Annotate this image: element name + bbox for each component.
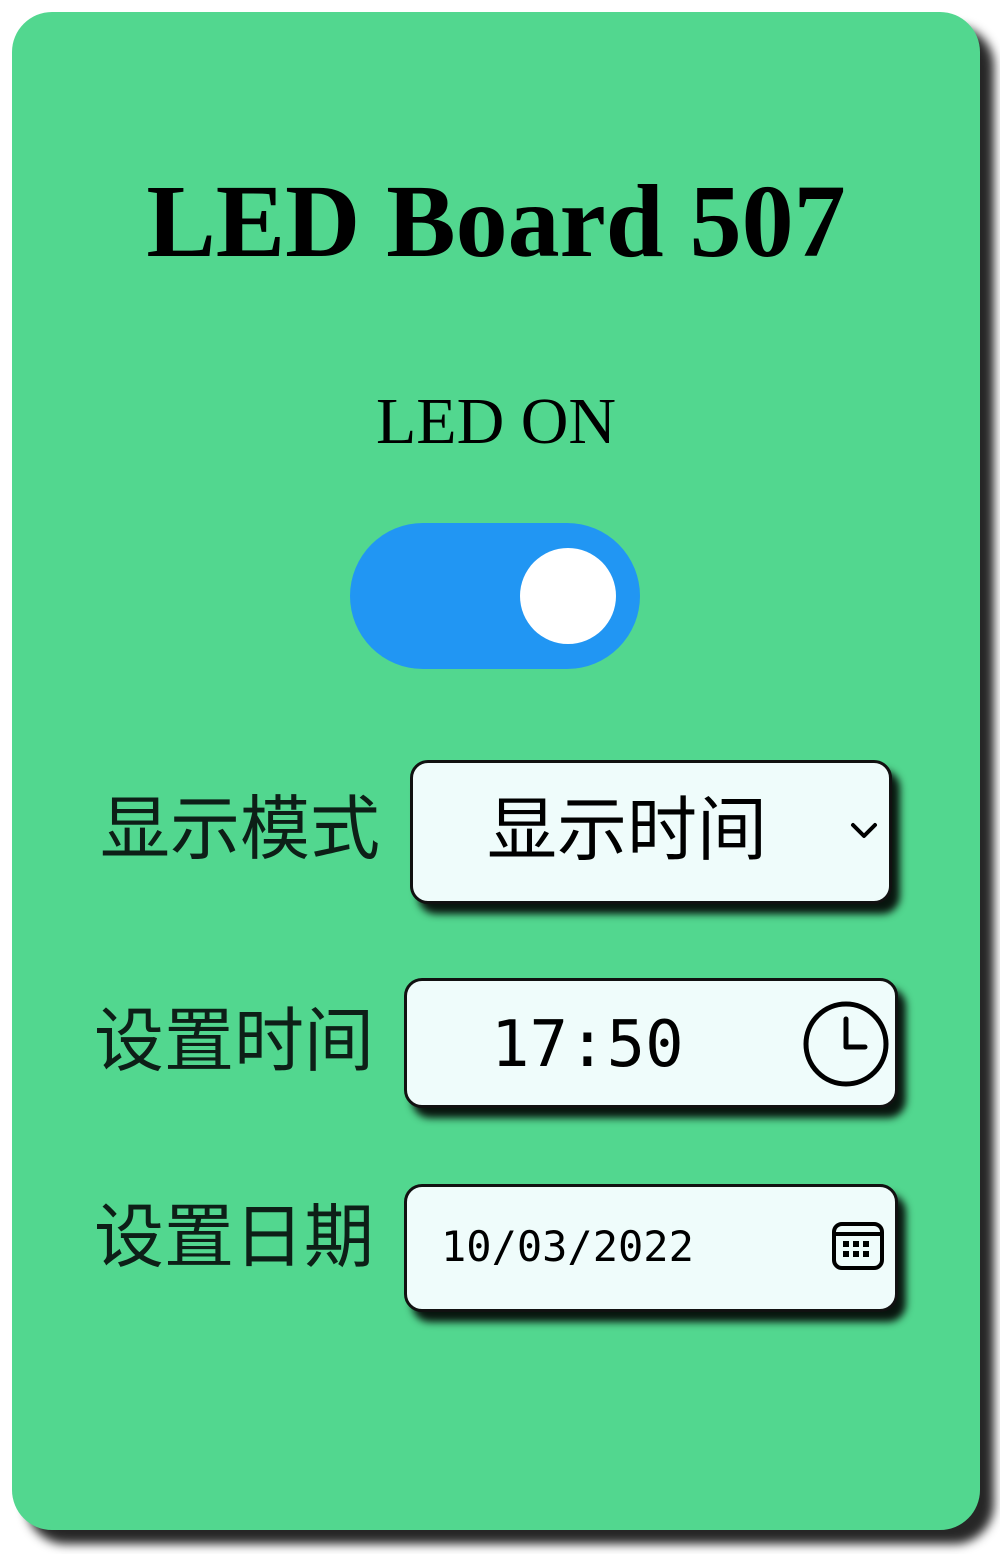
set-date-label: 设置日期 bbox=[94, 1196, 374, 1278]
date-input-value: 10/03/2022 bbox=[441, 1222, 694, 1271]
time-input-value: 17:50 bbox=[491, 1008, 684, 1082]
display-mode-selected-value: 显示时间 bbox=[487, 789, 767, 871]
toggle-knob[interactable] bbox=[520, 548, 616, 644]
date-input[interactable]: 10/03/2022 bbox=[404, 1184, 898, 1312]
display-mode-select[interactable]: 显示时间 bbox=[410, 760, 892, 904]
set-time-label: 设置时间 bbox=[94, 1000, 374, 1082]
led-status-text: LED ON bbox=[375, 385, 617, 458]
chevron-down-icon[interactable] bbox=[849, 821, 879, 846]
calendar-icon[interactable] bbox=[831, 1219, 885, 1278]
page-title: LED Board 507 bbox=[146, 164, 846, 279]
clock-icon[interactable] bbox=[801, 999, 891, 1094]
led-power-toggle[interactable] bbox=[350, 523, 640, 669]
time-input[interactable]: 17:50 bbox=[404, 978, 898, 1108]
display-mode-label: 显示模式 bbox=[100, 788, 380, 870]
led-control-card: LED Board 507 LED ON 显示模式 显示时间 设置时间 17:5… bbox=[12, 12, 980, 1530]
